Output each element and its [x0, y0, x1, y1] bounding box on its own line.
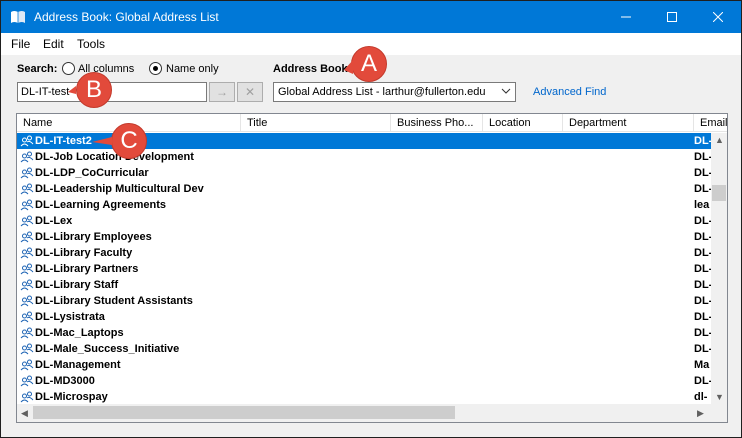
callout-b-pointer — [68, 86, 76, 94]
callout-pointers — [68, 60, 353, 145]
callout-a-pointer — [344, 60, 353, 74]
callout-c-pointer — [92, 137, 112, 145]
